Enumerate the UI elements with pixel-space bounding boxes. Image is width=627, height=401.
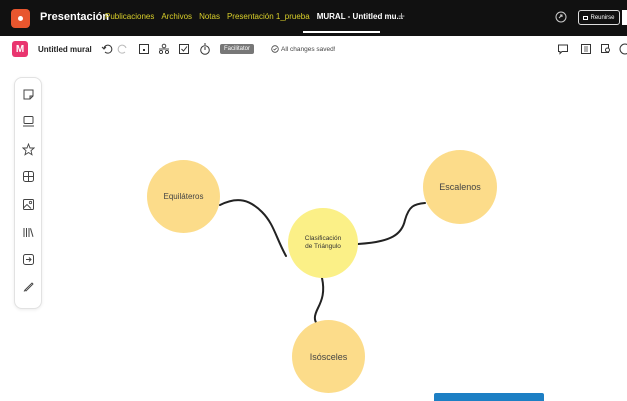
connector-escalenos[interactable] (357, 202, 426, 245)
undo-icon[interactable] (101, 43, 113, 55)
team-icon[interactable] (158, 43, 170, 55)
mural-logo[interactable]: M (12, 41, 28, 57)
node-center-label: Clasificación de Triángulo (305, 235, 342, 252)
meet-button[interactable]: Reunirse (578, 10, 620, 25)
active-tab-indicator (303, 31, 380, 33)
popout-icon[interactable] (555, 11, 567, 23)
redo-icon[interactable] (117, 43, 129, 55)
tab-strip: Publicaciones Archivos Notas Presentació… (105, 12, 403, 21)
search-icon[interactable] (600, 43, 612, 55)
connector-equilateros[interactable] (219, 199, 287, 257)
tab-mural[interactable]: MURAL - Untitled mu... (317, 12, 404, 21)
node-isosceles-label: Isósceles (309, 351, 348, 362)
timer-icon[interactable] (199, 43, 211, 55)
outline-icon[interactable] (138, 43, 150, 55)
voting-icon[interactable] (178, 43, 190, 55)
node-equilateros-label: Equiláteros (163, 192, 204, 201)
promo-banner-button[interactable] (434, 393, 544, 401)
tab-notas[interactable]: Notas (199, 12, 220, 21)
facilitator-label: Facilitator (224, 46, 251, 52)
node-equilateros[interactable]: Equiláteros (147, 160, 220, 233)
check-circle-icon (271, 45, 279, 53)
video-camera-icon (583, 15, 589, 20)
node-escalenos[interactable]: Escalenos (423, 150, 497, 224)
add-tab-button[interactable]: + (398, 9, 405, 23)
save-status: All changes saved! (271, 45, 336, 53)
save-status-text: All changes saved! (281, 45, 336, 53)
node-center-line1: Clasificación (304, 234, 342, 242)
help-icon[interactable] (619, 43, 627, 55)
tab-presentacion-prueba[interactable]: Presentación 1_prueba (227, 12, 310, 21)
tab-publicaciones[interactable]: Publicaciones (105, 12, 154, 21)
header-overflow-button[interactable] (622, 10, 627, 25)
meet-button-label: Reunirse (590, 14, 615, 21)
connector-isosceles[interactable] (313, 277, 325, 325)
node-center[interactable]: Clasificación de Triángulo (288, 208, 358, 278)
app-logo (11, 9, 30, 28)
facilitator-badge[interactable]: Facilitator (220, 44, 255, 54)
node-isosceles[interactable]: Isósceles (292, 320, 365, 393)
mural-title[interactable]: Untitled mural (38, 45, 92, 54)
mural-toolbar: M Untitled mural Facilitator All changes… (0, 36, 627, 62)
outline-panel-icon[interactable] (580, 43, 592, 55)
tab-archivos[interactable]: Archivos (161, 12, 192, 21)
node-escalenos-label: Escalenos (439, 182, 481, 192)
node-center-line2: de Triángulo (305, 243, 341, 250)
app-title: Presentación (40, 11, 110, 23)
app-header: Presentación Publicaciones Archivos Nota… (0, 0, 627, 36)
comment-icon[interactable] (557, 43, 569, 55)
